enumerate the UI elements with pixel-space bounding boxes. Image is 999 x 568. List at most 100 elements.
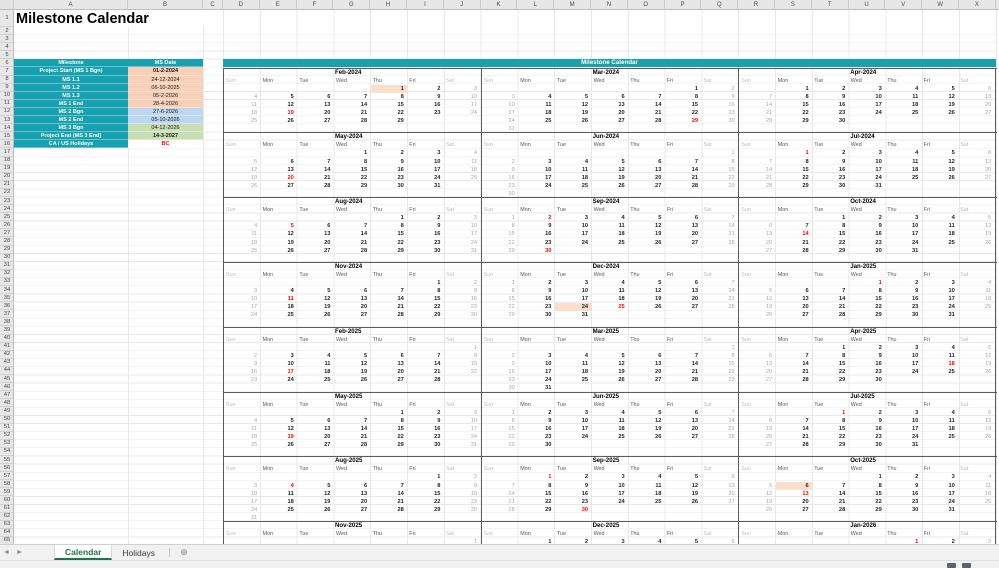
day-cell[interactable]: 19: [628, 425, 665, 433]
day-cell[interactable]: 16: [224, 368, 261, 376]
day-cell[interactable]: [444, 117, 481, 125]
ms-date-column-header[interactable]: MS Date: [128, 59, 203, 68]
day-cell[interactable]: 10: [224, 295, 261, 303]
day-cell[interactable]: 15: [849, 490, 886, 498]
day-cell[interactable]: 7: [334, 222, 371, 230]
column-header-u[interactable]: U: [849, 0, 886, 10]
dow-header-thu[interactable]: Thu: [885, 465, 922, 473]
day-cell[interactable]: [702, 506, 739, 514]
dow-header-wed[interactable]: Wed: [849, 401, 886, 409]
milestone-label-cell[interactable]: MS 3 Bgn: [14, 124, 128, 133]
column-header-g[interactable]: G: [333, 0, 371, 10]
day-cell[interactable]: 23: [849, 433, 886, 441]
day-cell[interactable]: 13: [739, 425, 776, 433]
row-header-29[interactable]: 29: [0, 246, 13, 254]
day-cell[interactable]: 9: [444, 287, 481, 295]
day-cell[interactable]: 3: [922, 279, 959, 287]
dow-header-mon[interactable]: Mon: [518, 206, 555, 214]
day-cell[interactable]: 12: [224, 166, 261, 174]
day-cell[interactable]: 9: [407, 222, 444, 230]
day-cell[interactable]: 15: [812, 360, 849, 368]
day-cell[interactable]: 17: [224, 498, 261, 506]
day-cell[interactable]: 13: [628, 166, 665, 174]
day-cell[interactable]: 28: [665, 376, 702, 384]
day-cell[interactable]: 26: [665, 498, 702, 506]
day-cell[interactable]: 20: [297, 239, 334, 247]
dow-header-sat[interactable]: Sat: [702, 465, 739, 473]
dow-header-mon[interactable]: Mon: [776, 530, 813, 538]
day-cell[interactable]: 29: [665, 117, 702, 125]
day-cell[interactable]: 14: [812, 295, 849, 303]
day-cell[interactable]: [334, 214, 371, 222]
day-cell[interactable]: 8: [849, 482, 886, 490]
day-cell[interactable]: 29: [702, 376, 739, 384]
day-cell[interactable]: 10: [224, 490, 261, 498]
column-header-k[interactable]: K: [481, 0, 518, 10]
day-cell[interactable]: [702, 311, 739, 319]
day-cell[interactable]: 4: [628, 473, 665, 481]
dow-header-mon[interactable]: Mon: [261, 465, 298, 473]
day-cell[interactable]: [555, 247, 592, 255]
dow-header-fri[interactable]: Fri: [665, 77, 702, 85]
day-cell[interactable]: 20: [958, 101, 995, 109]
day-cell[interactable]: 27: [297, 247, 334, 255]
day-cell[interactable]: 15: [665, 101, 702, 109]
day-cell[interactable]: 26: [628, 239, 665, 247]
day-cell[interactable]: [224, 279, 261, 287]
column-header-c[interactable]: C: [203, 0, 223, 10]
day-cell[interactable]: 7: [334, 93, 371, 101]
milestone-date-cell[interactable]: 14-3-2027: [128, 132, 203, 141]
day-cell[interactable]: 9: [702, 93, 739, 101]
row-header-37[interactable]: 37: [0, 310, 13, 319]
day-cell[interactable]: 6: [958, 85, 995, 93]
row-header-8[interactable]: 8: [0, 76, 13, 84]
day-cell[interactable]: 5: [334, 352, 371, 360]
day-cell[interactable]: 22: [849, 498, 886, 506]
dow-header-wed[interactable]: Wed: [592, 465, 629, 473]
day-cell[interactable]: 17: [922, 295, 959, 303]
day-cell[interactable]: 16: [518, 295, 555, 303]
dow-header-fri[interactable]: Fri: [922, 206, 959, 214]
day-cell[interactable]: 26: [261, 117, 298, 125]
day-cell[interactable]: 20: [334, 498, 371, 506]
day-cell[interactable]: 14: [776, 360, 813, 368]
day-cell[interactable]: 8: [665, 93, 702, 101]
day-cell[interactable]: 17: [555, 425, 592, 433]
dow-header-mon[interactable]: Mon: [261, 336, 298, 344]
day-cell[interactable]: [224, 409, 261, 417]
day-cell[interactable]: [592, 247, 629, 255]
day-cell[interactable]: 13: [628, 360, 665, 368]
day-cell[interactable]: 28: [407, 376, 444, 384]
day-cell[interactable]: 6: [628, 158, 665, 166]
day-cell[interactable]: 14: [334, 101, 371, 109]
day-cell[interactable]: 18: [224, 433, 261, 441]
column-header-t[interactable]: T: [812, 0, 849, 10]
day-cell[interactable]: 29: [482, 247, 519, 255]
day-cell[interactable]: 30: [812, 182, 849, 190]
day-cell[interactable]: 6: [739, 352, 776, 360]
day-cell[interactable]: 23: [812, 109, 849, 117]
dow-header-wed[interactable]: Wed: [592, 336, 629, 344]
day-cell[interactable]: 6: [776, 287, 813, 295]
day-cell[interactable]: 1: [444, 344, 481, 352]
day-cell[interactable]: 15: [776, 166, 813, 174]
day-cell[interactable]: [739, 85, 776, 93]
day-cell[interactable]: 16: [371, 166, 408, 174]
day-cell[interactable]: 12: [739, 490, 776, 498]
row-header-34[interactable]: 34: [0, 286, 13, 295]
day-cell[interactable]: 31: [555, 311, 592, 319]
milestone-label-cell[interactable]: MS 2 End: [14, 116, 128, 125]
day-cell[interactable]: 17: [922, 490, 959, 498]
day-cell[interactable]: 3: [444, 214, 481, 222]
day-cell[interactable]: 17: [885, 360, 922, 368]
day-cell[interactable]: [407, 117, 444, 125]
day-cell[interactable]: [665, 149, 702, 157]
day-cell[interactable]: 3: [224, 482, 261, 490]
day-cell[interactable]: 19: [958, 230, 995, 238]
dow-header-mon[interactable]: Mon: [776, 271, 813, 279]
row-header-48[interactable]: 48: [0, 399, 13, 408]
day-cell[interactable]: 13: [297, 425, 334, 433]
day-cell[interactable]: 10: [849, 93, 886, 101]
day-cell[interactable]: 18: [922, 230, 959, 238]
day-cell[interactable]: 26: [739, 506, 776, 514]
